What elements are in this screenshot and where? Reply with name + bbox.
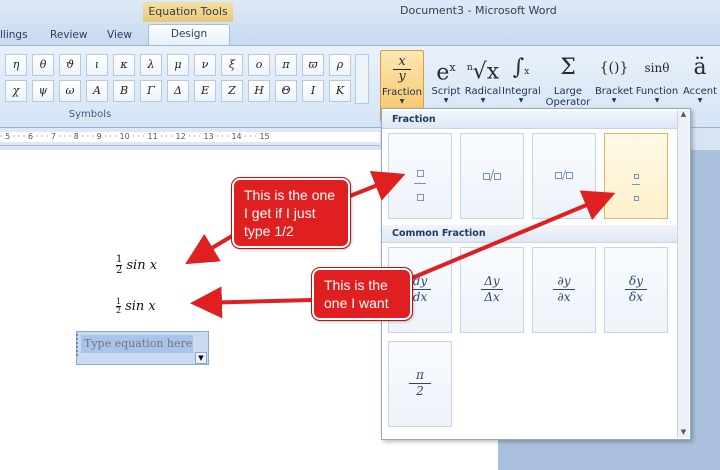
arrow-to-stacked-option: [349, 170, 406, 201]
arrow-to-large-fraction: [185, 233, 234, 265]
callout-first: This is the one I get if I just type 1/2: [231, 177, 351, 249]
callout-second: This is the one I want: [311, 267, 413, 321]
annotation-arrows: [185, 170, 616, 319]
arrow-to-small-fraction: [190, 286, 313, 319]
arrow-to-small-option: [411, 190, 616, 280]
